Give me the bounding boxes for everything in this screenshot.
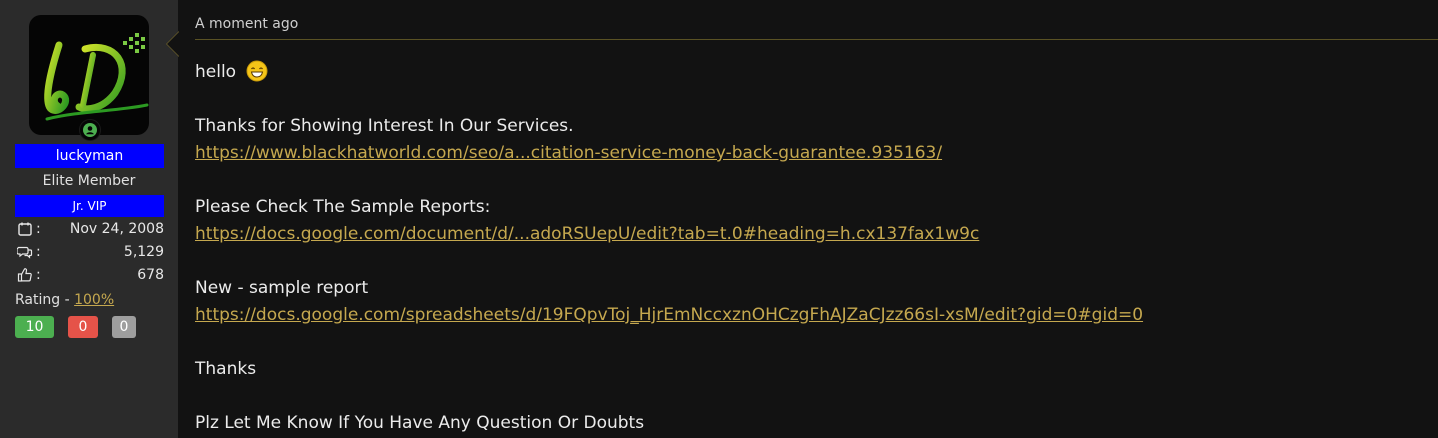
stat-reactions-value: 678 xyxy=(137,266,164,283)
stat-reactions-label: : xyxy=(36,266,41,283)
post-body: hello Thanks for Showing Interest In Our… xyxy=(195,40,1438,437)
post-timestamp[interactable]: A moment ago xyxy=(195,16,298,32)
user-sidebar: luckyman Elite Member Jr. VIP : Nov 24, … xyxy=(0,0,179,438)
post-line: New - sample report xyxy=(195,278,369,298)
stat-reactions: : 678 xyxy=(17,263,164,286)
rating-label: Rating - xyxy=(15,292,75,308)
stat-messages-value: 5,129 xyxy=(123,243,164,260)
stat-messages-label: : xyxy=(36,243,41,260)
calendar-icon xyxy=(18,222,32,236)
post-line: Thanks for Showing Interest In Our Servi… xyxy=(195,116,574,136)
post-line: Plz Let Me Know If You Have Any Question… xyxy=(195,413,645,433)
rating-counts: 10 0 0 xyxy=(15,316,178,338)
negative-rating-count[interactable]: 0 xyxy=(68,316,98,338)
user-online-icon xyxy=(79,119,101,141)
google-docs-link[interactable]: https://docs.google.com/document/d/...ad… xyxy=(195,224,979,244)
username[interactable]: luckyman xyxy=(15,144,164,168)
rating-link[interactable]: 100% xyxy=(74,292,114,308)
neutral-rating-count[interactable]: 0 xyxy=(112,316,136,338)
stat-joined-value: Nov 24, 2008 xyxy=(69,220,164,237)
google-sheets-link[interactable]: https://docs.google.com/spreadsheets/d/1… xyxy=(195,305,1143,325)
service-thread-link[interactable]: https://www.blackhatworld.com/seo/a...ci… xyxy=(195,143,942,163)
avatar[interactable] xyxy=(29,15,149,141)
user-title: Elite Member xyxy=(42,173,136,189)
post-main: A moment ago hello Thanks for Showing In… xyxy=(178,0,1438,438)
thumbs-up-icon xyxy=(17,267,32,282)
post-line: Thanks xyxy=(195,359,257,379)
messages-icon xyxy=(17,246,33,259)
sidebar-pointer xyxy=(166,31,179,57)
stat-joined: : Nov 24, 2008 xyxy=(17,217,164,240)
rating: Rating - 100% xyxy=(15,290,178,310)
grinning-face-icon xyxy=(246,60,267,82)
stat-joined-label: : xyxy=(36,220,41,237)
positive-rating-count[interactable]: 10 xyxy=(15,316,54,338)
stat-messages: : 5,129 xyxy=(17,240,164,263)
post-line: Please Check The Sample Reports: xyxy=(195,197,491,217)
user-banner-badge: Jr. VIP xyxy=(15,195,164,217)
post-header: A moment ago xyxy=(195,0,1438,40)
greeting-text: hello xyxy=(195,62,237,82)
avatar-logo xyxy=(44,33,149,121)
message-post: luckyman Elite Member Jr. VIP : Nov 24, … xyxy=(0,0,1438,438)
post-line: hello xyxy=(195,59,1438,86)
